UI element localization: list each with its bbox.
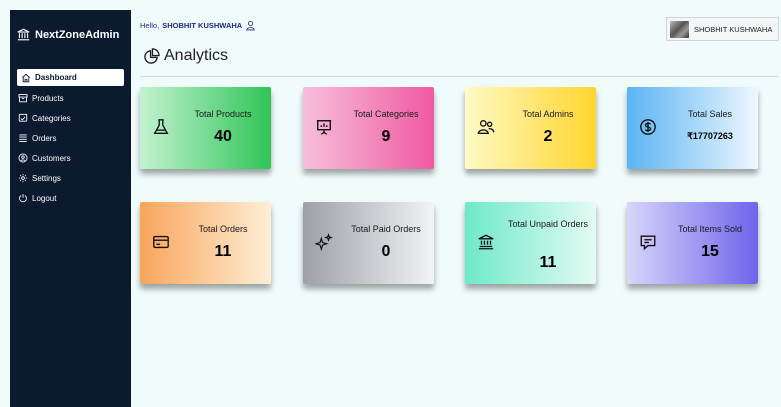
sidebar-item-label: Categories (32, 113, 71, 123)
user-menu-label: SHOBHIT KUSHWAHA (694, 24, 773, 34)
card-total-items-sold[interactable]: Total Items Sold 15 (627, 202, 758, 284)
divider (140, 76, 779, 77)
message-icon (640, 235, 656, 251)
user-circle-icon (18, 153, 28, 163)
card-label: Total Unpaid Orders (507, 219, 589, 229)
sidebar-item-label: Logout (32, 193, 57, 203)
sidebar-item-logout[interactable]: Logout (10, 188, 131, 208)
card-label: Total Products (194, 109, 252, 119)
sidebar-nav: Dashboard Products Categories Orders Cus… (10, 69, 131, 208)
card-label: Total Categories (353, 109, 419, 119)
card-value: ₹17707263 (687, 131, 733, 141)
card-total-admins[interactable]: Total Admins 2 (465, 87, 596, 169)
card-total-orders[interactable]: Total Orders 11 (140, 202, 271, 284)
list-icon (19, 134, 27, 142)
sidebar-item-label: Products (32, 93, 64, 103)
sidebar-item-categories[interactable]: Categories (10, 108, 131, 128)
pie-chart-icon (144, 47, 160, 64)
brand[interactable]: NextZoneAdmin (17, 28, 119, 41)
page-title: Analytics (143, 47, 228, 65)
card-value: 0 (381, 243, 391, 260)
sidebar-item-products[interactable]: Products (10, 88, 131, 108)
card-label: Total Paid Orders (351, 224, 421, 234)
card-total-unpaid-orders[interactable]: Total Unpaid Orders 11 (465, 202, 596, 284)
card-value: 40 (214, 128, 232, 145)
sidebar-item-label: Dashboard (35, 73, 77, 82)
presentation-icon (316, 120, 332, 135)
user-menu-button[interactable]: SHOBHIT KUSHWAHA (666, 17, 779, 41)
user-icon (246, 20, 255, 31)
card-total-paid-orders[interactable]: Total Paid Orders 0 (303, 202, 434, 284)
card-label: Total Sales (687, 109, 733, 119)
brand-name: NextZoneAdmin (35, 28, 120, 41)
avatar (670, 20, 689, 38)
flask-icon (153, 119, 169, 134)
card-value: 11 (214, 243, 232, 260)
card-label: Total Orders (198, 224, 248, 234)
card-total-sales[interactable]: Total Sales ₹17707263 (627, 87, 758, 169)
card-value: 11 (539, 254, 557, 271)
sidebar: NextZoneAdmin Dashboard Products Categor… (10, 10, 131, 407)
bank-icon (478, 234, 494, 250)
card-value: 15 (701, 243, 719, 260)
sidebar-item-customers[interactable]: Customers (10, 148, 131, 168)
card-total-categories[interactable]: Total Categories 9 (303, 87, 434, 169)
box-icon (18, 94, 28, 103)
credit-card-icon (153, 235, 169, 249)
bank-icon (17, 28, 30, 41)
greeting-text: Hello, (140, 21, 160, 30)
sidebar-item-orders[interactable]: Orders (10, 128, 131, 148)
card-total-products[interactable]: Total Products 40 (140, 87, 271, 169)
sidebar-item-label: Settings (32, 173, 61, 183)
users-icon (477, 120, 495, 134)
dollar-circle-icon (640, 119, 656, 135)
sidebar-item-label: Orders (32, 133, 57, 143)
card-value: 9 (381, 128, 391, 145)
greeting-username: SHOBHIT KUSHWAHA (162, 21, 243, 30)
card-label: Total Admins (522, 109, 574, 119)
sidebar-item-dashboard[interactable]: Dashboard (17, 69, 124, 86)
card-value: 2 (543, 128, 553, 145)
page-title-text: Analytics (164, 47, 229, 64)
card-label: Total Items Sold (677, 224, 743, 234)
sparkles-icon (315, 233, 333, 251)
sidebar-item-label: Customers (32, 153, 71, 163)
cart-icon (18, 113, 28, 122)
greeting: Hello, SHOBHIT KUSHWAHA (140, 20, 256, 31)
sidebar-item-settings[interactable]: Settings (10, 168, 131, 188)
power-icon (19, 193, 27, 203)
home-icon (21, 73, 31, 82)
gear-icon (18, 173, 28, 183)
